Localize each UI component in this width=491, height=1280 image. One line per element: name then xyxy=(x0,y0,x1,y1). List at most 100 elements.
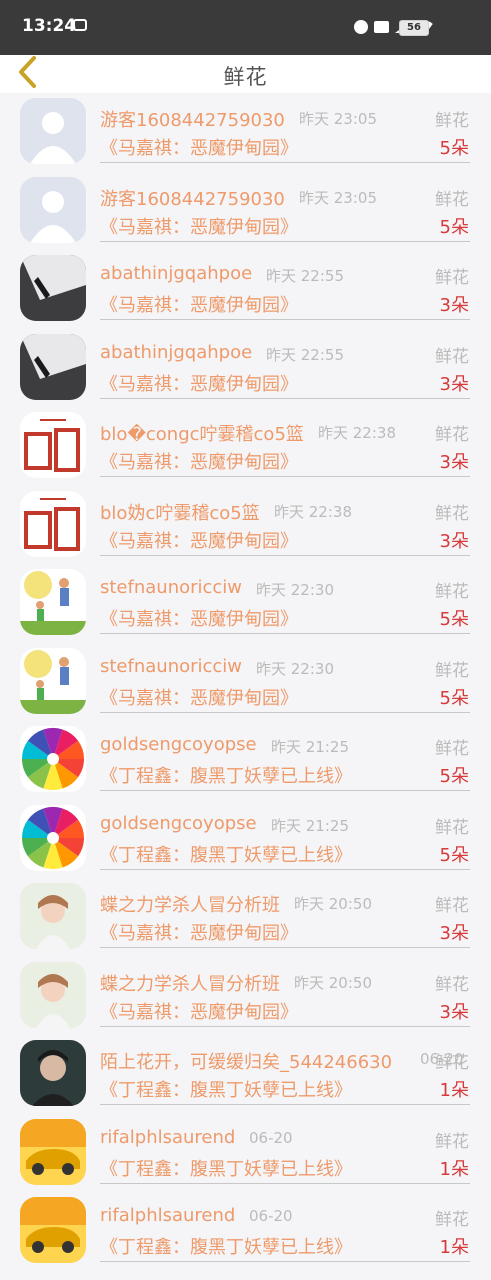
username[interactable]: stefnaunoricciw xyxy=(100,656,242,677)
gift-type: 鲜花 xyxy=(435,582,469,602)
show-title[interactable]: 《马嘉祺：恶魔伊甸园》 xyxy=(100,527,298,553)
flower-count: 1朵 xyxy=(439,1158,469,1180)
show-title[interactable]: 《马嘉祺：恶魔伊甸园》 xyxy=(100,684,298,710)
gift-type: 鲜花 xyxy=(435,503,469,524)
timestamp: 昨天 22:38 xyxy=(318,424,396,442)
flower-count: 1朵 xyxy=(439,1080,469,1101)
username[interactable]: stefnaunoricciw xyxy=(100,577,242,598)
list-item[interactable]: abathinjgqahpoe 昨天 22:55 鲜花 《马嘉祺：恶魔伊甸园》 3朵 xyxy=(0,329,491,408)
avatar[interactable] xyxy=(20,569,86,635)
list-item[interactable]: goldsengcoyopse 昨天 21:25 鲜花 《丁程鑫：腹黑丁妖孽已上线》 5… xyxy=(0,800,491,879)
list-item[interactable]: rifalphlsaurend 06-20 鲜花《丁程鑫：腹黑丁妖孽已上线》 1朵 xyxy=(0,1114,491,1193)
avatar[interactable] xyxy=(20,176,86,243)
flower-count: 3朵 xyxy=(439,452,469,473)
list-item[interactable]: 游客1608442759030 昨天 23:05 鲜花 《马嘉祺：恶魔伊甸园》 5朵 xyxy=(0,172,491,251)
list-item[interactable]: blo�congc咛霎稽co5篮 昨天 22:38 鲜花《马嘉祺：恶魔伊甸园》 3朵 xyxy=(0,407,491,486)
timestamp: 昨天 23:05 xyxy=(299,188,377,207)
flower-count: 5朵 xyxy=(439,844,469,866)
timestamp: 昨天 22:30 xyxy=(256,659,334,678)
gift-type: 鲜花 xyxy=(435,1053,469,1073)
gift-type: 鲜花 xyxy=(435,1210,469,1230)
gift-type: 鲜花 xyxy=(435,425,469,445)
show-title[interactable]: 《丁程鑫：腹黑丁妖孽已上线》 xyxy=(100,841,352,867)
timestamp: 昨天 22:55 xyxy=(266,345,344,364)
divider xyxy=(100,1104,470,1105)
divider xyxy=(100,1182,470,1184)
list-item[interactable]: abathinjgqahpoe 昨天 22:55 鲜花 《马嘉祺：恶魔伊甸园》 3朵 xyxy=(0,250,491,329)
avatar[interactable] xyxy=(20,804,86,871)
show-title[interactable]: 《丁程鑫：腹黑丁妖孽已上线》 xyxy=(100,762,352,788)
show-title[interactable]: 《马嘉祺：恶魔伊甸园》 xyxy=(100,370,298,396)
username[interactable]: 陌上花开，可缓缓归矣_544246630 xyxy=(100,1048,392,1074)
divider xyxy=(100,868,470,870)
username[interactable]: 游客1608442759030 xyxy=(100,185,285,211)
gift-type: 鲜花 xyxy=(435,974,469,995)
username[interactable]: abathinjgqahpoe xyxy=(100,342,252,363)
list-item[interactable]: rifalphlsaurend 06-20 鲜花 《丁程鑫：腹黑丁妖孽已上线》 1朵 xyxy=(0,1192,491,1271)
show-title[interactable]: 《马嘉祺：恶魔伊甸园》 xyxy=(100,998,298,1024)
username[interactable]: goldsengcoyopse xyxy=(100,734,257,755)
list-item[interactable]: 陌上花开，可缓缓归矣_544246630 06-20 鲜花 《丁程鑫：腹黑丁妖孽已上线… xyxy=(0,1035,491,1114)
flower-count: 5朵 xyxy=(439,687,469,709)
username[interactable]: rifalphlsaurend xyxy=(100,1205,235,1226)
divider xyxy=(100,397,470,399)
gift-type: 鲜花 xyxy=(435,1131,469,1152)
list-item[interactable]: 蝶之力学杀人冒分析班 昨天 20:50 鲜花 《马嘉祺：恶魔伊甸园》 3朵 xyxy=(0,957,491,1036)
divider xyxy=(100,790,470,791)
username[interactable]: rifalphlsaurend xyxy=(100,1127,235,1148)
timestamp: 昨天 20:50 xyxy=(294,973,372,992)
avatar[interactable] xyxy=(20,647,86,714)
show-title[interactable]: 《马嘉祺：恶魔伊甸园》 xyxy=(100,919,298,945)
show-title[interactable]: 《马嘉祺：恶魔伊甸园》 xyxy=(100,291,298,317)
list-item[interactable]: blo妫c咛霎稽co5篮 昨天 22:38 鲜花 《马嘉祺：恶魔伊甸园》 3朵 xyxy=(0,486,491,565)
gift-type: 鲜花 xyxy=(435,896,469,916)
divider xyxy=(100,633,470,634)
avatar[interactable] xyxy=(20,1118,86,1185)
timestamp: 昨天 21:25 xyxy=(271,816,349,835)
username[interactable]: blo�congc咛霎稽co5篮 xyxy=(100,420,304,446)
username[interactable]: goldsengcoyopse xyxy=(100,813,257,834)
timestamp: 06-20 xyxy=(249,1128,293,1147)
flower-count: 5朵 xyxy=(439,766,469,787)
show-title[interactable]: 《丁程鑫：腹黑丁妖孽已上线》 xyxy=(100,1076,352,1102)
username[interactable]: abathinjgqahpoe xyxy=(100,263,252,284)
avatar[interactable] xyxy=(20,490,86,557)
flower-count: 3朵 xyxy=(439,923,469,944)
gift-type: 鲜花 xyxy=(435,660,469,681)
username[interactable]: 游客1608442759030 xyxy=(100,106,285,132)
divider xyxy=(100,240,470,242)
list-item[interactable]: goldsengcoyopse 昨天 21:25 鲜花《丁程鑫：腹黑丁妖孽已上线》 5… xyxy=(0,721,491,800)
list-item[interactable]: stefnaunoricciw 昨天 22:30 鲜花 《马嘉祺：恶魔伊甸园》 5朵 xyxy=(0,564,491,643)
avatar[interactable] xyxy=(20,255,86,321)
flower-count: 3朵 xyxy=(439,295,469,316)
username[interactable]: 蝶之力学杀人冒分析班 xyxy=(100,970,280,996)
show-title[interactable]: 《马嘉祺：恶魔伊甸园》 xyxy=(100,213,298,239)
avatar[interactable] xyxy=(20,1040,86,1106)
show-title[interactable]: 《马嘉祺：恶魔伊甸园》 xyxy=(100,448,298,474)
divider xyxy=(100,162,470,163)
list-item[interactable]: stefnaunoricciw 昨天 22:30 鲜花《马嘉祺：恶魔伊甸园》 5朵 xyxy=(0,643,491,722)
show-title[interactable]: 《丁程鑫：腹黑丁妖孽已上线》 xyxy=(100,1155,352,1181)
list-item[interactable]: 游客1608442759030 昨天 23:05 鲜花 《马嘉祺：恶魔伊甸园》 5朵 xyxy=(0,93,491,172)
flower-count: 1朵 xyxy=(439,1237,469,1258)
avatar[interactable] xyxy=(20,726,86,792)
show-title[interactable]: 《马嘉祺：恶魔伊甸园》 xyxy=(100,134,298,160)
username[interactable]: blo妫c咛霎稽co5篮 xyxy=(100,499,260,525)
avatar[interactable] xyxy=(20,961,86,1028)
avatar[interactable] xyxy=(20,333,86,400)
username[interactable]: 蝶之力学杀人冒分析班 xyxy=(100,891,280,917)
avatar[interactable] xyxy=(20,883,86,949)
timestamp: 昨天 21:25 xyxy=(271,738,349,756)
avatar[interactable] xyxy=(20,98,86,164)
flower-count: 5朵 xyxy=(439,609,469,630)
avatar[interactable] xyxy=(20,412,86,478)
show-title[interactable]: 《马嘉祺：恶魔伊甸园》 xyxy=(100,605,298,631)
avatar[interactable] xyxy=(20,1197,86,1263)
gift-type: 鲜花 xyxy=(435,739,469,759)
divider xyxy=(100,947,470,948)
list-item[interactable]: 蝶之力学杀人冒分析班 昨天 20:50 鲜花 《马嘉祺：恶魔伊甸园》 3朵 xyxy=(0,878,491,957)
flower-count: 5朵 xyxy=(439,216,469,238)
divider xyxy=(100,711,470,713)
show-title[interactable]: 《丁程鑫：腹黑丁妖孽已上线》 xyxy=(100,1233,352,1259)
divider xyxy=(100,1261,470,1262)
